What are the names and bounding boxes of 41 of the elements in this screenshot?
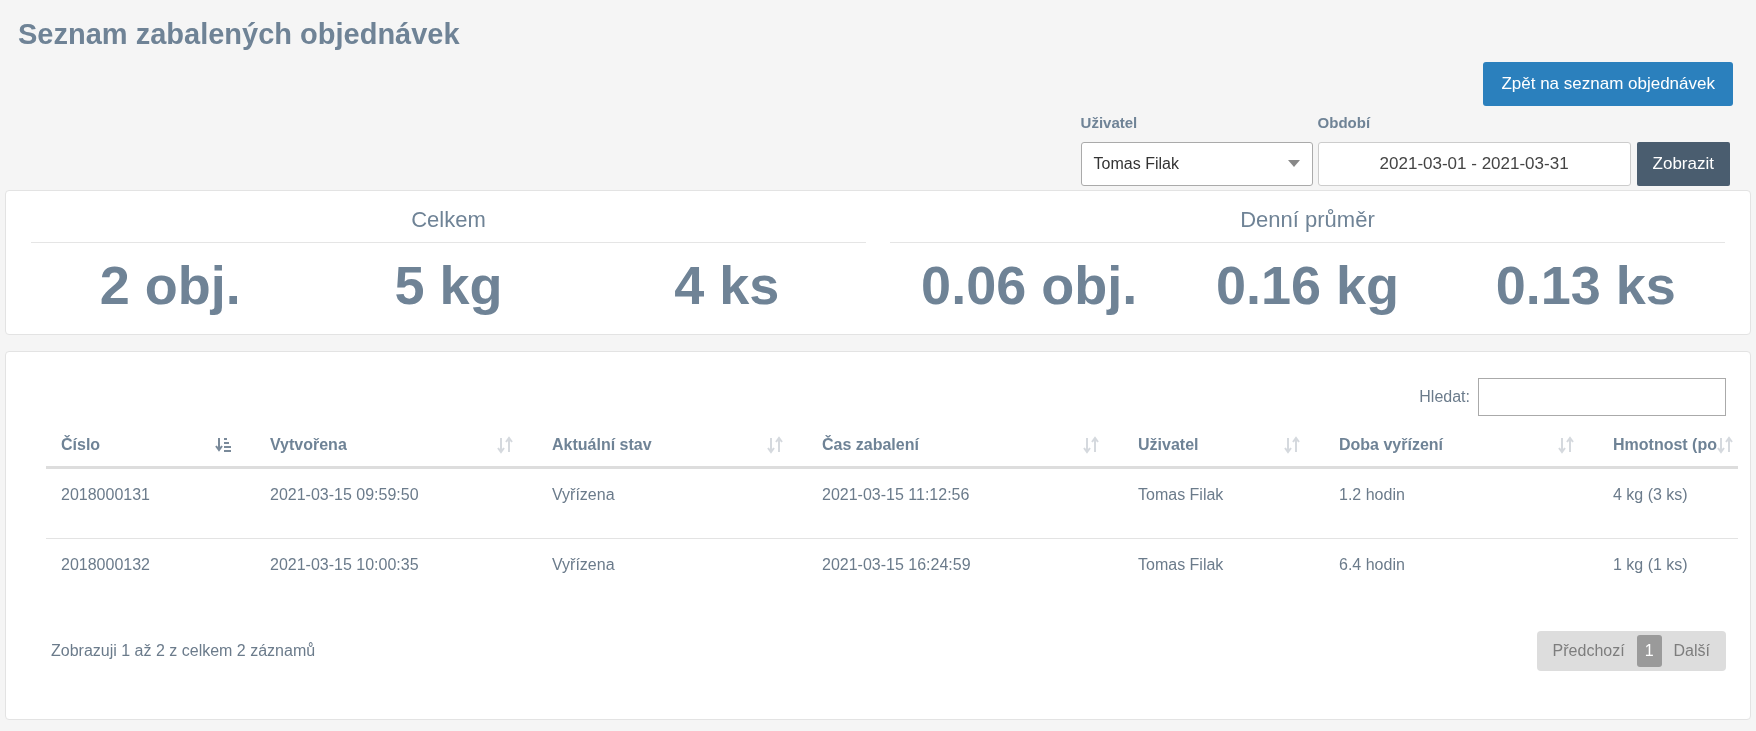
table-cell: 2018000131 bbox=[61, 485, 150, 503]
table-cell: 2018000132 bbox=[61, 555, 150, 573]
table-cell: 4 kg (3 ks) bbox=[1613, 485, 1688, 503]
user-select[interactable]: Tomas Filak bbox=[1080, 141, 1313, 186]
table-cell: 2021-03-15 16:24:59 bbox=[822, 555, 971, 573]
table-cell: Tomas Filak bbox=[1138, 485, 1224, 503]
search-field[interactable] bbox=[1478, 377, 1726, 416]
table-cell: 6.4 hodin bbox=[1339, 555, 1405, 573]
column-header[interactable]: Hmotnost (po bbox=[1613, 432, 1717, 457]
back-button[interactable]: Zpět na seznam objednávek bbox=[1483, 62, 1733, 106]
table-cell: 1 kg (1 ks) bbox=[1613, 555, 1688, 573]
show-button[interactable]: Zobrazit bbox=[1636, 141, 1730, 186]
table-cell: Vyřízena bbox=[552, 555, 615, 573]
date-range-field[interactable]: 2021-03-01 - 2021-03-31 bbox=[1317, 141, 1631, 186]
stat-value: 2 obj. bbox=[99, 253, 241, 317]
table-cell: 2021-03-15 11:12:56 bbox=[822, 485, 970, 503]
stat-value: 0.13 ks bbox=[1495, 253, 1676, 317]
caret-icon bbox=[1287, 160, 1300, 167]
stat-value: 0.06 obj. bbox=[921, 253, 1138, 317]
search-label: Hledat: bbox=[1419, 386, 1470, 407]
stat-value: 5 kg bbox=[394, 253, 503, 317]
table-cell: Tomas Filak bbox=[1138, 555, 1224, 573]
table-info: Zobrazuji 1 až 2 z celkem 2 záznamů bbox=[51, 640, 316, 661]
stat-value: 0.16 kg bbox=[1215, 253, 1400, 317]
stats-heading: Celkem bbox=[31, 190, 866, 243]
field-label: Období bbox=[1317, 113, 1372, 133]
table-cell: Vyřízena bbox=[552, 485, 615, 503]
stat-value: 4 ks bbox=[674, 253, 780, 317]
page-title: Seznam zabalených objednávek bbox=[17, 17, 460, 52]
column-header[interactable]: Vytvořena bbox=[270, 432, 347, 457]
column-header[interactable]: Číslo bbox=[61, 432, 101, 457]
pagination-button[interactable]: 1 bbox=[1636, 634, 1662, 667]
column-header[interactable]: Doba vyřízení bbox=[1339, 432, 1444, 457]
table-cell: 2021-03-15 09:59:50 bbox=[270, 485, 419, 503]
column-header[interactable]: Aktuální stav bbox=[552, 432, 652, 457]
stats-heading: Denní průměr bbox=[890, 190, 1725, 243]
column-header[interactable]: Uživatel bbox=[1138, 432, 1199, 457]
table-cell: 2021-03-15 10:00:35 bbox=[270, 555, 419, 573]
table-cell: 1.2 hodin bbox=[1339, 485, 1405, 503]
field-label: Uživatel bbox=[1080, 113, 1139, 133]
column-header[interactable]: Čas zabalení bbox=[822, 432, 919, 457]
